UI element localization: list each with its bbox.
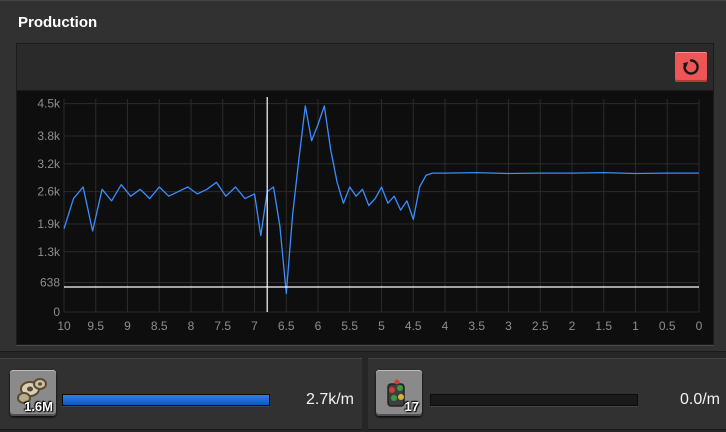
item-count-left: 1.6M bbox=[24, 399, 53, 414]
x-tick-label: 7 bbox=[251, 319, 258, 333]
window-title: Production bbox=[18, 14, 98, 31]
x-tick-label: 8 bbox=[188, 319, 195, 333]
x-tick-label: 2.5 bbox=[532, 319, 549, 333]
item-count-right: 17 bbox=[404, 399, 419, 414]
x-tick-label: 10 bbox=[57, 319, 71, 333]
x-tick-label: 9.5 bbox=[87, 319, 104, 333]
x-tick-label: 9 bbox=[124, 319, 131, 333]
x-tick-label: 2 bbox=[569, 319, 576, 333]
y-tick-label: 0 bbox=[53, 305, 60, 319]
y-tick-label: 3.8k bbox=[37, 129, 61, 143]
progress-bar-left bbox=[62, 394, 270, 406]
x-tick-label: 0 bbox=[696, 319, 703, 333]
x-axis: 10 9.5 9 8.5 8 7.5 7 6.5 6 5.5 5 4.5 4 3.5 3 2.5 2 1.5 1 0.… bbox=[57, 319, 702, 333]
x-tick-label: 6 bbox=[315, 319, 322, 333]
graph-frame: 0 638 1.3k 1.9k 2.6k 3.2k 3.8k 4.5k 10 9.5 9 8.5 8 7… bbox=[16, 43, 714, 345]
y-tick-label: 4.5k bbox=[37, 97, 61, 111]
item-footer: 1.6M 2.7k/m 17 0.0/m bbox=[0, 352, 726, 432]
y-axis: 0 638 1.3k 1.9k 2.6k 3.2k 3.8k 4.5k bbox=[37, 97, 61, 319]
reset-button[interactable] bbox=[675, 52, 707, 82]
progress-fill-left bbox=[63, 395, 269, 405]
rate-right: 0.0/m bbox=[679, 391, 720, 408]
x-tick-label: 4 bbox=[442, 319, 449, 333]
item-button-right[interactable]: 17 bbox=[376, 370, 422, 416]
x-tick-label: 7.5 bbox=[214, 319, 231, 333]
chart-grid bbox=[63, 99, 700, 313]
item-button-left[interactable]: 1.6M bbox=[10, 370, 56, 416]
x-tick-label: 3.5 bbox=[468, 319, 485, 333]
x-tick-label: 4.5 bbox=[405, 319, 422, 333]
production-chart[interactable]: 06381.3k1.9k2.6k3.2k3.8k4.5k 10 9.5 9 8.5 8 7… bbox=[17, 91, 713, 344]
x-tick-label: 5.5 bbox=[341, 319, 358, 333]
y-tick-label: 638 bbox=[40, 275, 60, 289]
y-tick-label: 2.6k bbox=[37, 185, 61, 199]
item-slot-left: 1.6M 2.7k/m bbox=[0, 358, 362, 430]
item-slot-right: 17 0.0/m bbox=[368, 358, 726, 430]
reset-icon bbox=[682, 59, 699, 75]
x-tick-label: 1 bbox=[632, 319, 639, 333]
rate-left: 2.7k/m bbox=[305, 391, 354, 408]
x-tick-label: 8.5 bbox=[151, 319, 168, 333]
x-tick-label: 5 bbox=[378, 319, 385, 333]
x-tick-label: 0.5 bbox=[659, 319, 676, 333]
x-tick-label: 6.5 bbox=[278, 319, 295, 333]
graph-toolbar bbox=[17, 44, 713, 91]
production-panel: Production 0 638 1.3k 1.9k 2.6k 3.2k 3.8k 4.5k … bbox=[0, 0, 726, 352]
y-tick-label: 3.2k bbox=[37, 157, 61, 171]
x-tick-label: 1.5 bbox=[595, 319, 612, 333]
y-tick-label: 1.3k bbox=[37, 245, 61, 259]
x-tick-label: 3 bbox=[505, 319, 512, 333]
y-tick-label: 1.9k bbox=[37, 217, 61, 231]
progress-bar-right bbox=[430, 394, 638, 406]
